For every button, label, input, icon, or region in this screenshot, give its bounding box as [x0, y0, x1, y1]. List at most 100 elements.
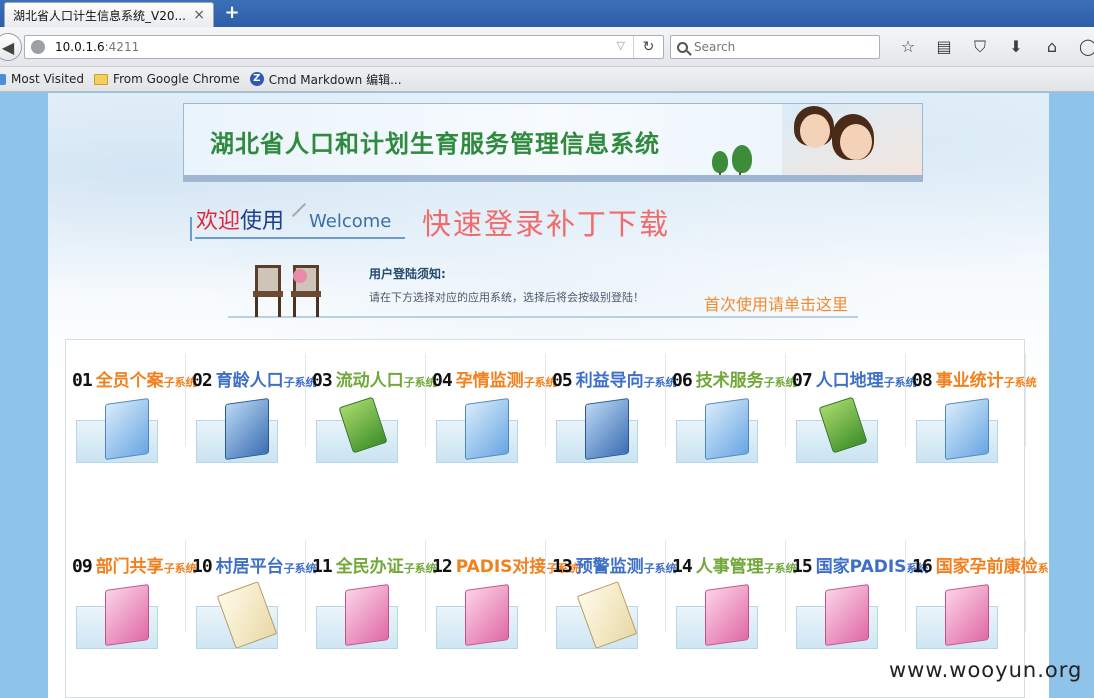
pink-icon — [105, 583, 149, 647]
subsystem-link[interactable]: 05 利益导向子系统 — [546, 340, 677, 526]
subsystem-label: 13 预警监测子系统 — [552, 552, 677, 577]
subsystem-link[interactable]: 09 部门共享子系统 — [66, 526, 197, 698]
folder-icon — [94, 73, 109, 85]
welcome-cn-blue: 使用 — [240, 209, 285, 234]
subsystem-icon-panel — [676, 583, 758, 649]
subsystem-label: 11 全民办证子系统 — [312, 552, 437, 577]
first-use-link[interactable]: 首次使用请单击这里 — [704, 291, 848, 315]
tree-icon — [712, 151, 728, 180]
divider-slash — [291, 202, 307, 218]
subsystem-link[interactable]: 07 人口地理子系统 — [786, 340, 917, 526]
bookmark-label: Most Visited — [11, 72, 85, 86]
subsystem-number: 13 — [552, 556, 573, 577]
folder-blue-icon — [945, 397, 989, 461]
search-bar[interactable] — [670, 35, 880, 59]
subsystem-number: 11 — [312, 556, 333, 577]
folder-dark-icon — [225, 397, 269, 461]
pink-icon — [945, 583, 989, 647]
subsystem-number: 08 — [912, 370, 933, 391]
home-icon[interactable]: ⌂ — [1034, 36, 1070, 58]
browser-tab[interactable]: 湖北省人口计生信息系统_V20... × — [4, 2, 214, 27]
subsystem-link[interactable]: 01 全员个案子系统 — [66, 340, 197, 526]
subsystem-link[interactable]: 13 预警监测子系统 — [546, 526, 677, 698]
subsystem-label: 06 技术服务子系统 — [672, 366, 797, 391]
subsystem-icon-panel — [196, 397, 278, 463]
subsystem-link[interactable]: 03 流动人口子系统 — [306, 340, 437, 526]
book-icon — [338, 396, 388, 454]
subsystem-label: 07 人口地理子系统 — [792, 366, 917, 391]
patch-download-link[interactable]: 快速登录补丁下载 — [422, 201, 670, 243]
subsystem-name: 国家PADIS — [815, 557, 907, 577]
watermark: www.wooyun.org — [889, 658, 1083, 682]
subsystem-link[interactable]: 04 孕情监测子系统 — [426, 340, 557, 526]
tab-title: 湖北省人口计生信息系统_V20... — [13, 8, 186, 23]
url-host: 10.0.1.6 — [55, 40, 105, 54]
subsystem-icon-panel — [556, 397, 638, 463]
bookmark-label: From Google Chrome — [113, 72, 240, 86]
subsystem-number: 04 — [432, 370, 453, 391]
subsystem-label: 09 部门共享子系统 — [72, 552, 197, 577]
subsystem-icon-panel — [316, 583, 398, 649]
flower-shape — [293, 269, 307, 283]
close-tab-icon[interactable]: × — [193, 7, 205, 23]
subsystem-link[interactable]: 02 育龄人口子系统 — [186, 340, 317, 526]
reading-list-icon[interactable]: ▤ — [926, 36, 962, 58]
site-identity-icon[interactable] — [31, 40, 45, 54]
tab-strip: 湖北省人口计生信息系统_V20... × + — [0, 0, 1094, 27]
banner-stripe — [184, 175, 922, 181]
banner-title: 湖北省人口和计划生育服务管理信息系统 — [210, 130, 660, 158]
subsystem-link[interactable]: 06 技术服务子系统 — [666, 340, 797, 526]
bookmark-star-icon[interactable]: ☆ — [890, 36, 926, 58]
subsystem-icon-panel — [916, 397, 998, 463]
subsystem-grid: 01 全员个案子系统 02 育龄人口子系统 03 流动人口子系统 04 孕情监测子系统 05 利益… — [65, 339, 1049, 698]
bookmark-cmd-markdown[interactable]: Z Cmd Markdown 编辑... — [249, 71, 402, 88]
subsystem-link[interactable]: 10 村居平台子系统 — [186, 526, 317, 698]
folder-blue-icon — [465, 397, 509, 461]
subsystem-number: 07 — [792, 370, 813, 391]
subsystem-link[interactable]: 12 PADIS对接子系统 — [426, 526, 579, 698]
pocket-icon[interactable]: ⛉ — [962, 36, 998, 58]
subsystem-number: 10 — [192, 556, 213, 577]
child-face — [800, 114, 830, 148]
subsystem-name: 利益导向 — [575, 371, 644, 391]
new-tab-button[interactable]: + — [222, 3, 242, 23]
search-input[interactable] — [694, 40, 864, 54]
bookmark-most-visited[interactable]: Most Visited — [0, 72, 84, 86]
subsystem-name: 全员个案 — [95, 371, 164, 391]
downloads-icon[interactable]: ⬇ — [998, 36, 1034, 58]
subsystem-number: 06 — [672, 370, 693, 391]
subsystem-suffix: 子系统 — [1003, 376, 1037, 389]
header-banner: 湖北省人口和计划生育服务管理信息系统 — [183, 103, 923, 182]
welcome-cn-red: 欢迎 — [196, 209, 241, 234]
subsystem-name: 预警监测 — [575, 557, 644, 577]
bookmark-from-google-chrome[interactable]: From Google Chrome — [94, 72, 240, 86]
subsystem-link[interactable]: 14 人事管理子系统 — [666, 526, 797, 698]
subsystem-icon-panel — [196, 581, 278, 649]
back-arrow-icon: ◀ — [1, 37, 15, 57]
address-bar[interactable]: 10.0.1.6:4211 ▽ ↻ — [24, 35, 664, 59]
url-history-dropdown-icon[interactable]: ▽ — [617, 39, 625, 52]
subsystem-number: 01 — [72, 370, 93, 391]
subsystem-name: 事业统计 — [935, 371, 1004, 391]
subsystem-name: 人口地理 — [815, 371, 884, 391]
subsystem-label: 02 育龄人口子系统 — [192, 366, 317, 391]
subsystem-name: PADIS对接 — [455, 557, 547, 577]
zybook-icon: Z — [249, 72, 264, 86]
note-icon — [216, 581, 278, 649]
subsystem-number: 14 — [672, 556, 693, 577]
chat-icon[interactable]: ◯ — [1070, 36, 1094, 58]
subsystem-label: 04 孕情监测子系统 — [432, 366, 557, 391]
login-notice: 用户登陆须知: 请在下方选择对应的应用系统，选择后将会按级别登陆！ 首次使用请单… — [228, 253, 858, 318]
subsystem-link[interactable]: 08 事业统计子系统 — [906, 340, 1037, 526]
subsystem-link[interactable]: 15 国家PADIS系统 — [786, 526, 928, 698]
subsystem-name: 部门共享 — [95, 557, 164, 577]
subsystem-label: 10 村居平台子系统 — [192, 552, 317, 577]
reload-icon[interactable]: ↻ — [633, 36, 663, 58]
chair-shape — [253, 265, 283, 317]
subsystem-number: 12 — [432, 556, 453, 577]
subsystem-number: 05 — [552, 370, 573, 391]
bookmark-label: Cmd Markdown 编辑... — [268, 72, 402, 87]
back-button[interactable]: ◀ — [0, 33, 22, 61]
subsystem-link[interactable]: 11 全民办证子系统 — [306, 526, 437, 698]
subsystem-suffix: 系统 — [1037, 562, 1049, 575]
